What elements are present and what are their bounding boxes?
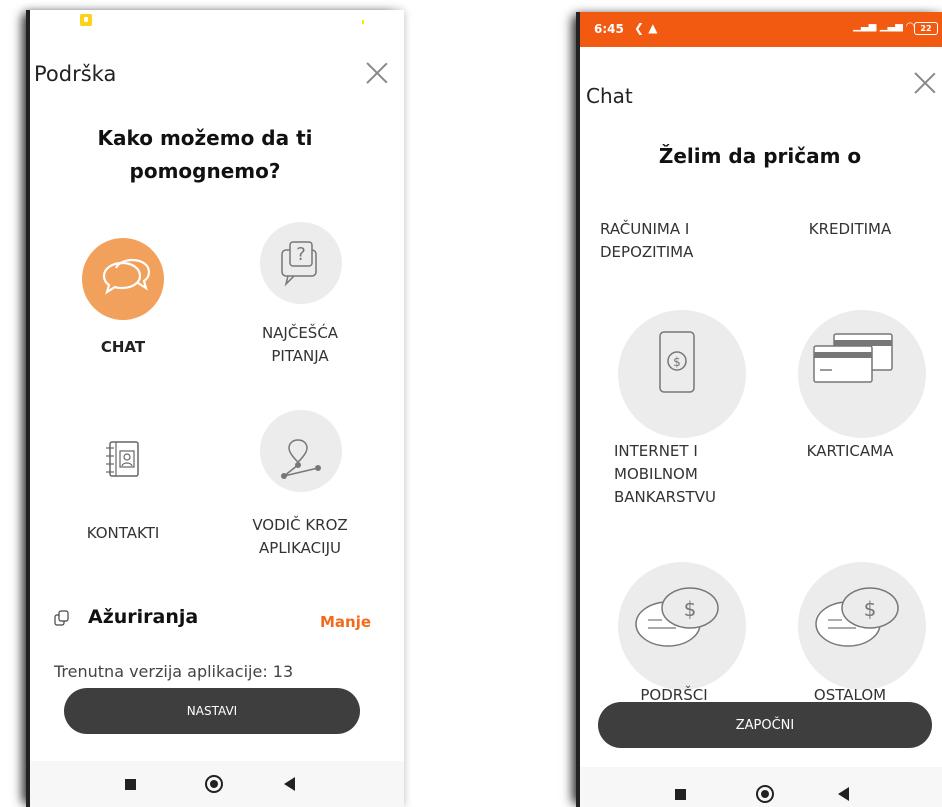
copy-icon: [54, 610, 69, 626]
updates-toggle-link[interactable]: Manje: [320, 613, 371, 631]
dollar-bubbles-icon: $: [635, 587, 719, 647]
signal-wifi-icon: ▁▃▅ ▁▃▅ ◠: [853, 21, 914, 32]
notification-icon: [80, 14, 92, 26]
clock: 6:45: [594, 22, 624, 36]
page-title: Chat: [586, 84, 633, 108]
faq-circle: ?: [260, 222, 342, 304]
contacts-circle: [82, 416, 164, 498]
status-bar: [30, 10, 404, 38]
dollar-bubbles-icon: $: [815, 587, 899, 647]
continue-button[interactable]: NASTAVI: [64, 688, 360, 734]
back-button[interactable]: [838, 787, 849, 801]
chat-circle: [82, 238, 164, 320]
option-guide-label: VODIČ KROZ APLIKACIJU: [252, 516, 348, 557]
route-pin-icon: [281, 439, 321, 479]
guide-circle: [260, 410, 342, 492]
svg-text:$: $: [864, 597, 877, 621]
support-screen: Podrška Kako možemo da ti pomognemo? CHA…: [26, 10, 404, 807]
page-title: Podrška: [34, 62, 117, 86]
svg-text:$: $: [673, 355, 681, 369]
chat-heading: Želim da pričam o: [658, 144, 862, 168]
close-icon[interactable]: [366, 62, 388, 84]
option-chat-label: CHAT: [100, 338, 146, 356]
android-nav-bar: [580, 767, 942, 807]
status-bar: 6:45 ❮ ▲ ▁▃▅ ▁▃▅ ◠ 22: [580, 12, 942, 47]
home-button[interactable]: [756, 785, 774, 803]
recents-button[interactable]: [125, 779, 136, 790]
recents-button[interactable]: [675, 789, 686, 800]
start-button[interactable]: ZAPOČNI: [598, 702, 932, 748]
topic-accounts[interactable]: RAČUNIMA I DEPOZITIMA: [600, 218, 740, 264]
address-book-icon: [106, 441, 139, 477]
support-heading: Kako možemo da ti pomognemo?: [97, 126, 313, 183]
svg-text:?: ?: [296, 244, 306, 265]
ebanking-circle[interactable]: $: [618, 310, 746, 438]
android-nav-bar: [30, 761, 404, 807]
question-bubble-icon: ?: [281, 241, 317, 287]
chat-bubbles-icon: [102, 258, 151, 295]
status-indicator: [362, 20, 364, 24]
option-contacts-label: KONTAKTI: [86, 524, 160, 542]
topic-loans[interactable]: KREDITIMA: [780, 218, 920, 241]
chat-topics-screen: 6:45 ❮ ▲ ▁▃▅ ▁▃▅ ◠ 22 Chat Želim da prič…: [576, 12, 942, 807]
branches-circle[interactable]: $: [618, 562, 746, 690]
topic-cards[interactable]: KARTICAMA: [780, 440, 920, 463]
close-icon[interactable]: [914, 72, 936, 94]
battery-icon: 22: [914, 22, 938, 35]
updates-title: Ažuriranja: [88, 606, 199, 628]
topic-ebanking[interactable]: INTERNET I MOBILNOM BANKARSTVU: [614, 440, 734, 509]
credit-cards-icon: [813, 333, 893, 383]
other-circle[interactable]: $: [798, 562, 926, 690]
back-button[interactable]: [284, 777, 295, 791]
app-version-text: Trenutna verzija aplikacije: 13: [54, 662, 294, 681]
phone-dollar-icon: $: [659, 331, 695, 393]
svg-text:$: $: [684, 597, 697, 621]
home-button[interactable]: [205, 775, 223, 793]
cards-circle[interactable]: [798, 310, 926, 438]
notification-icons: ❮ ▲: [634, 21, 658, 35]
option-faq-label: NAJČEŠĆA PITANJA: [261, 324, 339, 365]
